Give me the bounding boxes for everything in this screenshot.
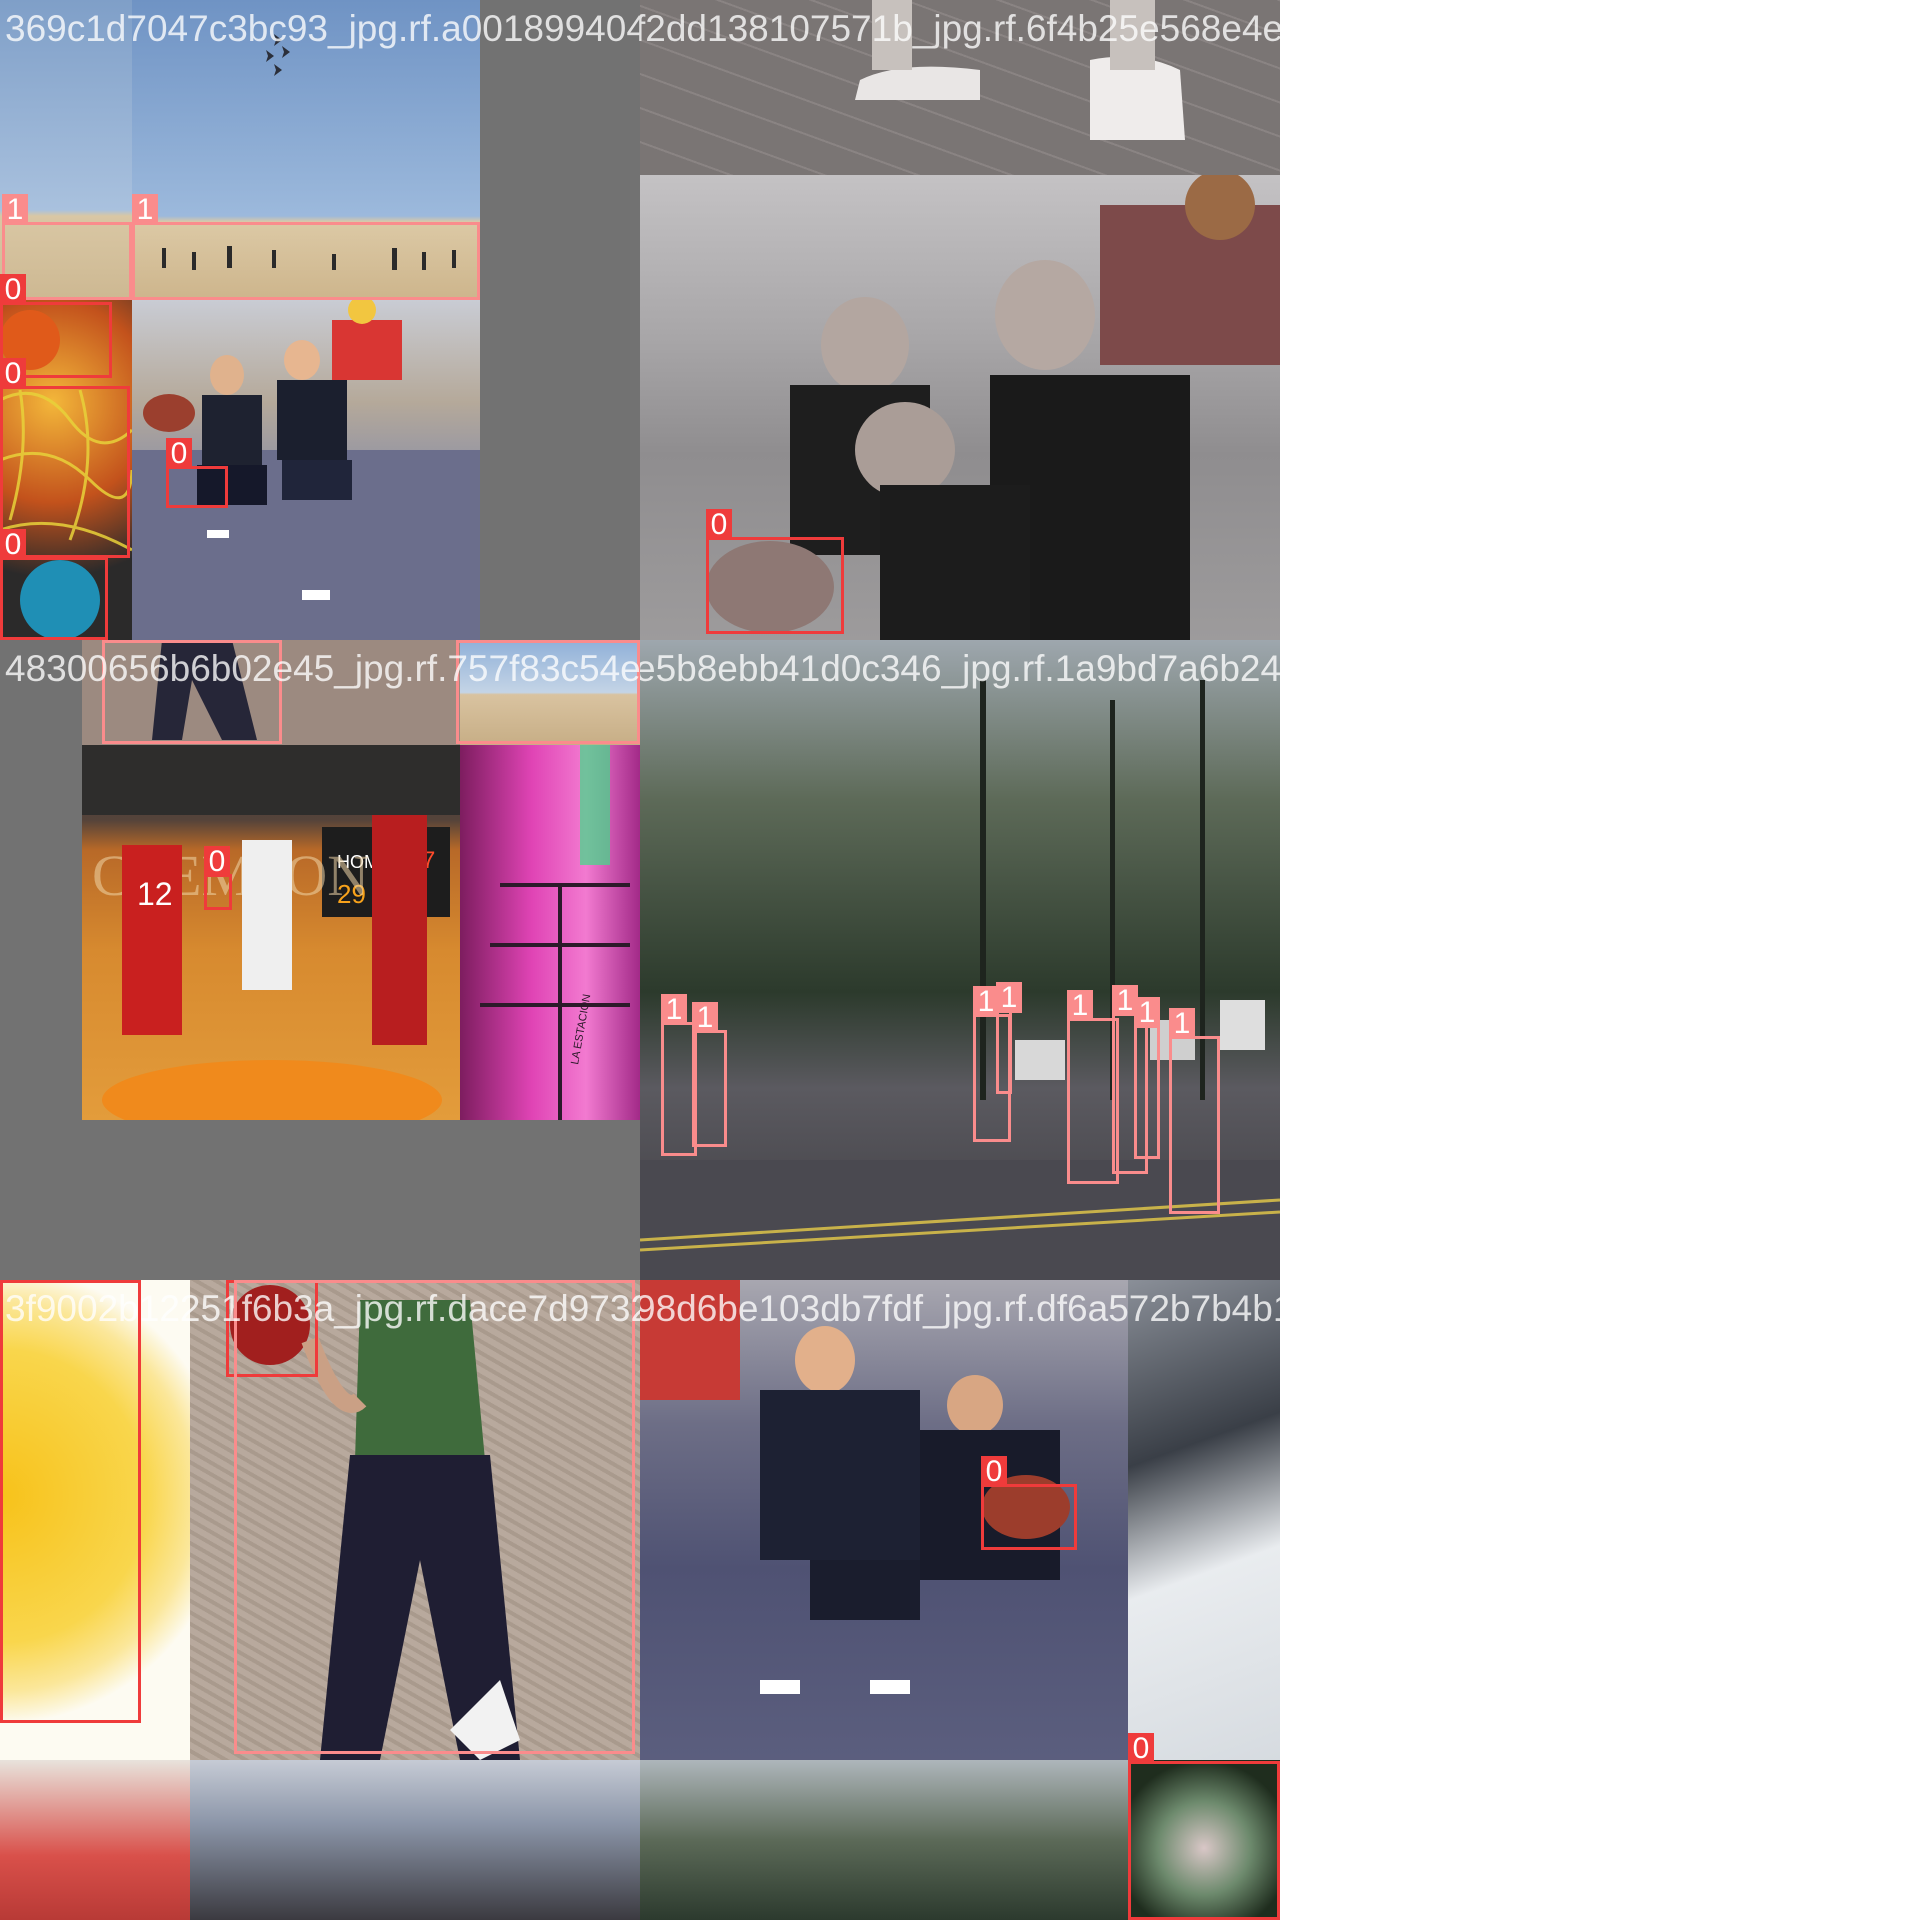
ball-box: 0: [706, 509, 844, 634]
mosaic-tile-6: 0 0 98d6be103db7fdf_jpg.rf.df6a572b7b4b1…: [640, 1280, 1280, 1920]
person-box: 1: [692, 1002, 727, 1147]
pavement-feet-photo: [640, 0, 1280, 175]
ball-box: 0: [0, 1280, 141, 1723]
image-mosaic: 1 1 0 0 0 0 369c1d7047c3bc93_jpg.rf.a001…: [0, 0, 1280, 1920]
mosaic-tile-2: 0 f2dd138107571b_jpg.rf.6f4b25e568e4e84f: [640, 0, 1280, 640]
neon-court-lines: LA ESTACIÓN: [480, 745, 630, 1120]
person-box: 1: [102, 640, 282, 744]
sneakers: [855, 0, 1185, 140]
jersey-number: 12: [137, 876, 173, 912]
snowy-mountain-photo: [1128, 1280, 1280, 1760]
person-box: 1: [1169, 1008, 1220, 1214]
person-box: 1: [234, 1280, 635, 1754]
person-box: 1: [1134, 997, 1160, 1159]
person-box: 1: [132, 194, 480, 300]
mosaic-tile-4: 1 1 1 1 1 1 1 1 e5b8ebb41d0c346_jpg.rf.1…: [640, 640, 1280, 1280]
ball-box: 0: [981, 1456, 1077, 1550]
ball-box: 0: [0, 529, 108, 640]
ball-box: 0: [1128, 1733, 1280, 1920]
person-box: 1: [996, 982, 1022, 1094]
ball-box: 0: [166, 438, 228, 508]
crowd-photo-left: [0, 1760, 190, 1920]
college-basketball-scene: HOME 29 :07 CLEMSON 12: [82, 745, 460, 1120]
ball-box: 0: [204, 846, 232, 910]
person-box: 1: [456, 640, 640, 744]
mosaic-tile-5: 0 0 1 3f9002b12251f6b3a_jpg.rf.dace7d973…: [0, 1280, 640, 1920]
palm-trees-photo: [640, 1760, 1128, 1920]
mosaic-tile-3: HOME 29 :07 CLEMSON 12 LA ESTACIÓN: [0, 640, 640, 1280]
neon-court-photo: LA ESTACIÓN: [460, 745, 640, 1120]
college-basketball-photo: HOME 29 :07 CLEMSON 12: [82, 745, 460, 1120]
mosaic-tile-1: 1 1 0 0 0 0 369c1d7047c3bc93_jpg.rf.a001…: [0, 0, 640, 640]
crowd-photo-right: [190, 1760, 640, 1920]
